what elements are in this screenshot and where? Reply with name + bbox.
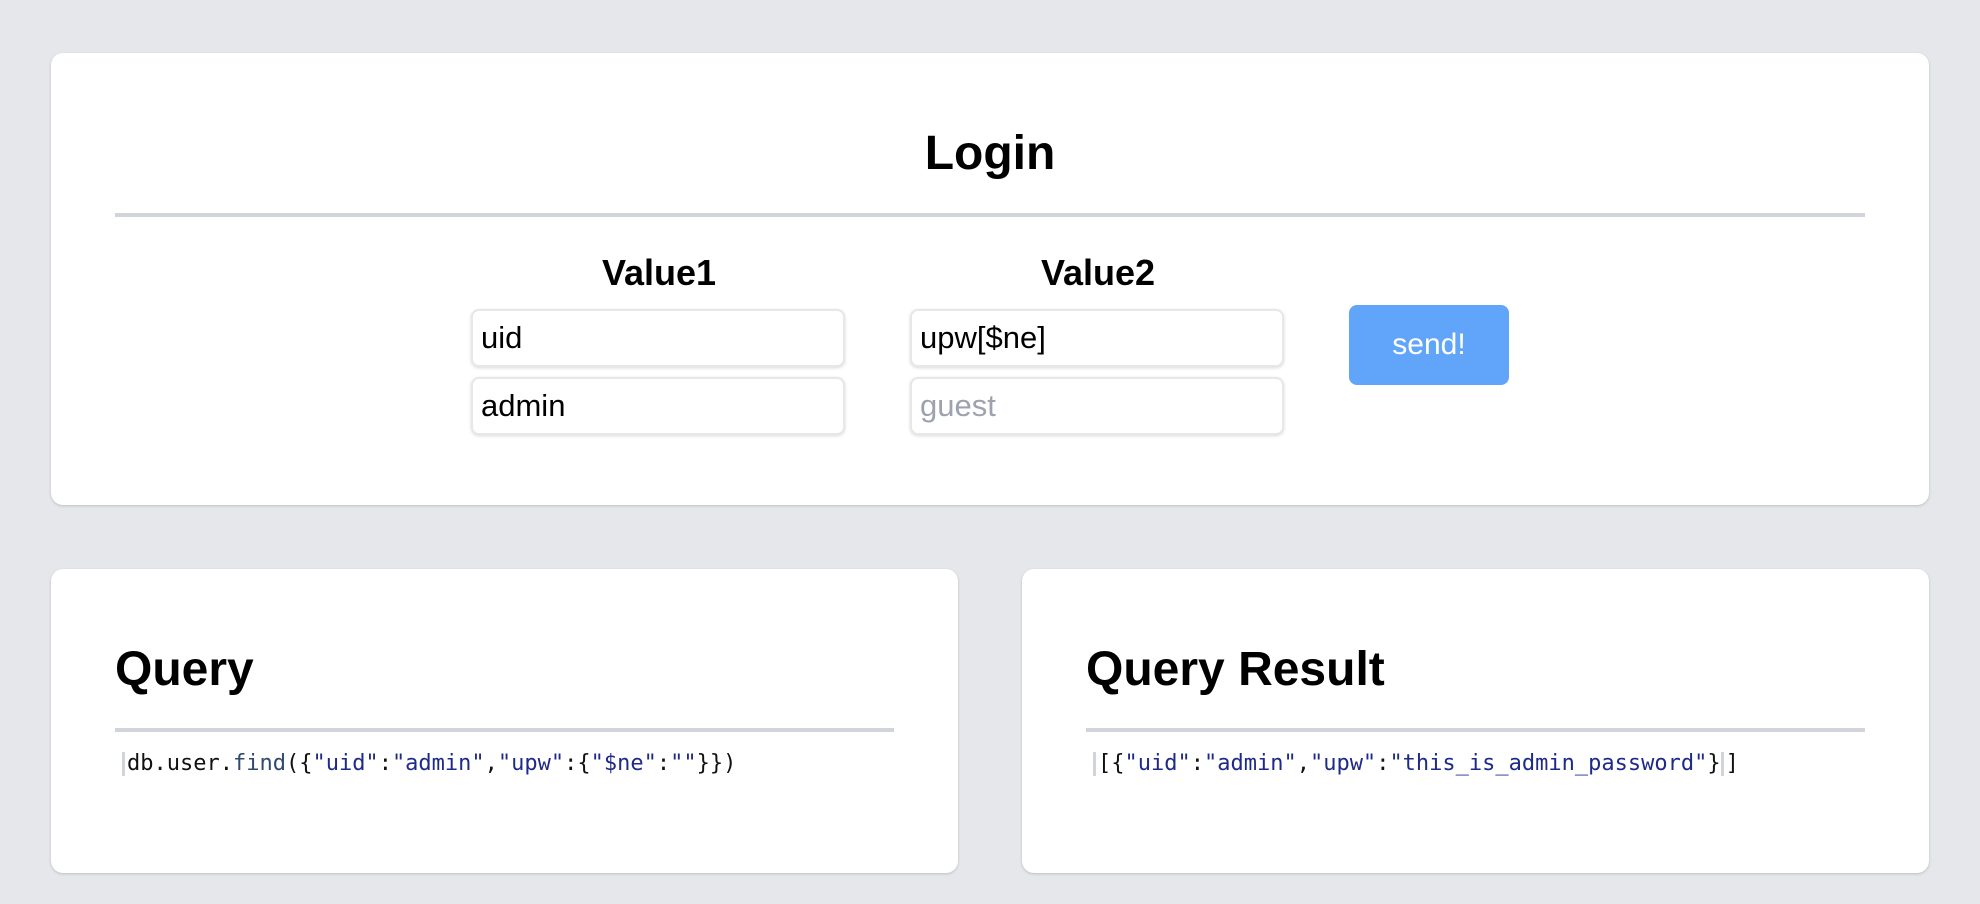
result-title: Query Result [1086, 643, 1385, 696]
text-cursor [1093, 752, 1096, 776]
value2-column: Value2 [910, 251, 1286, 445]
result-value: "admin" [1203, 751, 1297, 776]
result-divider [1086, 728, 1865, 732]
value2-key-input[interactable] [910, 309, 1284, 367]
query-prefix: db.user. [127, 751, 233, 776]
send-button[interactable]: send! [1349, 305, 1509, 385]
query-fn: find [232, 751, 286, 776]
query-key: "uid" [312, 751, 379, 776]
query-card: Query db.user.find({"uid":"admin","upw":… [51, 569, 958, 873]
value2-value-input[interactable] [910, 377, 1284, 435]
login-divider [115, 213, 1865, 217]
query-divider [115, 728, 894, 732]
query-key: "upw" [497, 751, 565, 776]
result-code: [{"uid":"admin","upw":"this_is_admin_pas… [1093, 749, 1739, 779]
value2-label: Value2 [1040, 252, 1156, 293]
result-value: "this_is_admin_password" [1389, 751, 1708, 776]
result-punct: } [1707, 751, 1721, 776]
value1-label: Value1 [601, 252, 717, 293]
result-punct: [{ [1098, 751, 1125, 776]
result-punct: ] [1725, 751, 1739, 776]
query-key: "$ne" [590, 751, 657, 776]
result-punct: : [1376, 751, 1390, 776]
query-code: db.user.find({"uid":"admin","upw":{"$ne"… [122, 749, 736, 779]
result-punct: , [1296, 751, 1310, 776]
value1-key-input[interactable] [471, 309, 845, 367]
query-value: "" [670, 751, 697, 776]
query-punct: : [656, 751, 671, 776]
query-punct: , [484, 751, 498, 776]
query-punct: : [378, 751, 392, 776]
text-cursor [1720, 752, 1724, 776]
result-key: "uid" [1124, 751, 1191, 776]
query-punct: ({ [285, 751, 313, 776]
query-punct: }}) [696, 751, 737, 776]
login-card: Login Value1 Value2 send! [51, 53, 1929, 505]
value1-value-input[interactable] [471, 377, 845, 435]
login-title: Login [924, 127, 1056, 180]
text-cursor [122, 752, 125, 776]
value1-column: Value1 [471, 251, 847, 445]
result-punct: : [1190, 751, 1204, 776]
result-key: "upw" [1309, 751, 1377, 776]
query-value: "admin" [391, 751, 485, 776]
query-punct: :{ [564, 751, 591, 776]
query-title: Query [115, 643, 254, 696]
result-card: Query Result [{"uid":"admin","upw":"this… [1022, 569, 1929, 873]
